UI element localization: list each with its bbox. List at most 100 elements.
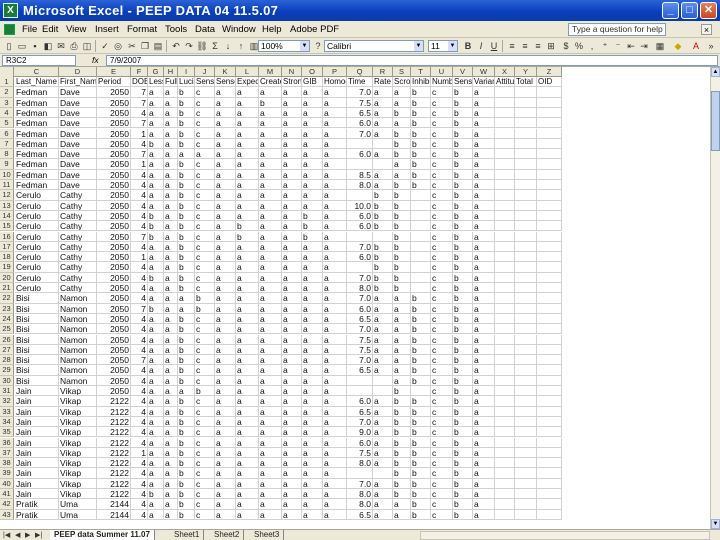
horizontal-scrollbar[interactable]	[420, 531, 710, 540]
cell[interactable]: 2050	[97, 272, 131, 283]
cell[interactable]: a	[473, 375, 495, 386]
cell[interactable]: a	[473, 437, 495, 448]
cell[interactable]: 7.5	[347, 97, 373, 108]
cell[interactable]: a	[259, 313, 282, 325]
cell[interactable]: c	[431, 478, 453, 489]
cell[interactable]: a	[302, 241, 323, 253]
cell[interactable]: a	[373, 344, 393, 356]
cell[interactable]	[515, 375, 537, 386]
cell[interactable]: DOB	[131, 77, 148, 88]
font-select[interactable]: Calibri ▼	[324, 40, 424, 52]
cell[interactable]: Vikap	[59, 427, 97, 438]
column-header-y[interactable]: Y	[515, 67, 537, 77]
cell[interactable]: a	[302, 313, 323, 325]
cell[interactable]: Bisi	[15, 303, 59, 314]
cell[interactable]: a	[473, 478, 495, 489]
cell[interactable]: a	[164, 107, 178, 119]
row-number[interactable]: 24	[0, 313, 14, 325]
cell[interactable]: a	[215, 334, 236, 345]
menu-adobe-pdf[interactable]: Adobe PDF	[290, 21, 339, 38]
cell[interactable]: a	[259, 87, 282, 98]
cell[interactable]: 6.5	[347, 313, 373, 325]
cell[interactable]: a	[148, 416, 164, 428]
cell[interactable]: a	[302, 149, 323, 160]
cell[interactable]: a	[259, 190, 282, 201]
cell[interactable]: a	[373, 149, 393, 160]
cell[interactable]: b	[178, 262, 195, 273]
cell[interactable]: a	[259, 375, 282, 386]
cell[interactable]: 2050	[97, 180, 131, 191]
cell[interactable]: a	[302, 447, 323, 459]
cell[interactable]: 4	[131, 293, 148, 304]
cell[interactable]: c	[195, 138, 215, 150]
cell[interactable]	[411, 190, 431, 201]
cell[interactable]: Sense	[453, 77, 473, 88]
column-header-g[interactable]: G	[148, 67, 164, 77]
cell[interactable]: a	[148, 313, 164, 325]
cell[interactable]: a	[373, 118, 393, 129]
cell[interactable]: a	[164, 180, 178, 191]
cell[interactable]: b	[178, 489, 195, 500]
column-header-v[interactable]: V	[453, 67, 473, 77]
cell[interactable]	[411, 241, 431, 253]
cell[interactable]: b	[178, 107, 195, 119]
cell[interactable]: a	[473, 118, 495, 129]
cell[interactable]: a	[323, 107, 347, 119]
cell[interactable]: b	[393, 200, 411, 211]
cell[interactable]: Cathy	[59, 262, 97, 273]
cell[interactable]: a	[236, 262, 259, 273]
cell[interactable]: b	[178, 313, 195, 325]
cell[interactable]	[537, 241, 562, 253]
cell[interactable]	[515, 427, 537, 438]
cell[interactable]: a	[373, 87, 393, 98]
cell[interactable]: Namon	[59, 313, 97, 325]
save-icon[interactable]: ▪	[29, 40, 41, 52]
cell[interactable]: Fedman	[15, 180, 59, 191]
preview-icon[interactable]: ◫	[81, 40, 93, 52]
cell[interactable]: 6.0	[347, 118, 373, 129]
cell[interactable]: b	[453, 107, 473, 119]
cell[interactable]	[495, 262, 515, 273]
cell[interactable]: b	[195, 386, 215, 397]
cell[interactable]: a	[259, 344, 282, 356]
cell[interactable]: 4	[131, 427, 148, 438]
cell[interactable]	[537, 87, 562, 98]
cell[interactable]: a	[473, 200, 495, 211]
cell[interactable]: c	[431, 190, 453, 201]
cell[interactable]: a	[215, 262, 236, 273]
cell[interactable]	[515, 262, 537, 273]
cell[interactable]: a	[373, 499, 393, 510]
cell[interactable]: a	[236, 509, 259, 520]
cell[interactable]: a	[148, 252, 164, 263]
cell[interactable]: a	[473, 416, 495, 428]
sheet-tab-peep-data[interactable]: PEEP data Summer 11.07	[50, 530, 155, 540]
cell[interactable]	[515, 313, 537, 325]
cell[interactable]: b	[453, 241, 473, 253]
cell[interactable]: a	[282, 324, 302, 335]
cell[interactable]: Namon	[59, 375, 97, 386]
cell[interactable]: c	[431, 334, 453, 345]
cell[interactable]: 2122	[97, 478, 131, 489]
cell[interactable]	[515, 272, 537, 283]
cell[interactable]: a	[302, 478, 323, 489]
cell[interactable]: Dave	[59, 169, 97, 180]
cell[interactable]	[495, 190, 515, 201]
cell[interactable]: c	[431, 344, 453, 356]
cell[interactable]: 2050	[97, 344, 131, 356]
cell[interactable]	[537, 149, 562, 160]
cell[interactable]: a	[164, 87, 178, 98]
cell[interactable]: a	[215, 272, 236, 283]
cell[interactable]: a	[473, 447, 495, 459]
cell[interactable]: a	[393, 303, 411, 314]
cell[interactable]: Number	[431, 77, 453, 88]
cell[interactable]: c	[195, 190, 215, 201]
cell[interactable]: 4	[131, 344, 148, 356]
cell[interactable]: a	[473, 221, 495, 232]
cell[interactable]: Fedman	[15, 97, 59, 108]
cell[interactable]: a	[302, 180, 323, 191]
row-number[interactable]: 37	[0, 447, 14, 459]
percent-icon[interactable]: %	[573, 40, 585, 52]
cell[interactable]: a	[323, 396, 347, 407]
cell[interactable]: a	[302, 458, 323, 469]
cell[interactable]	[515, 241, 537, 253]
